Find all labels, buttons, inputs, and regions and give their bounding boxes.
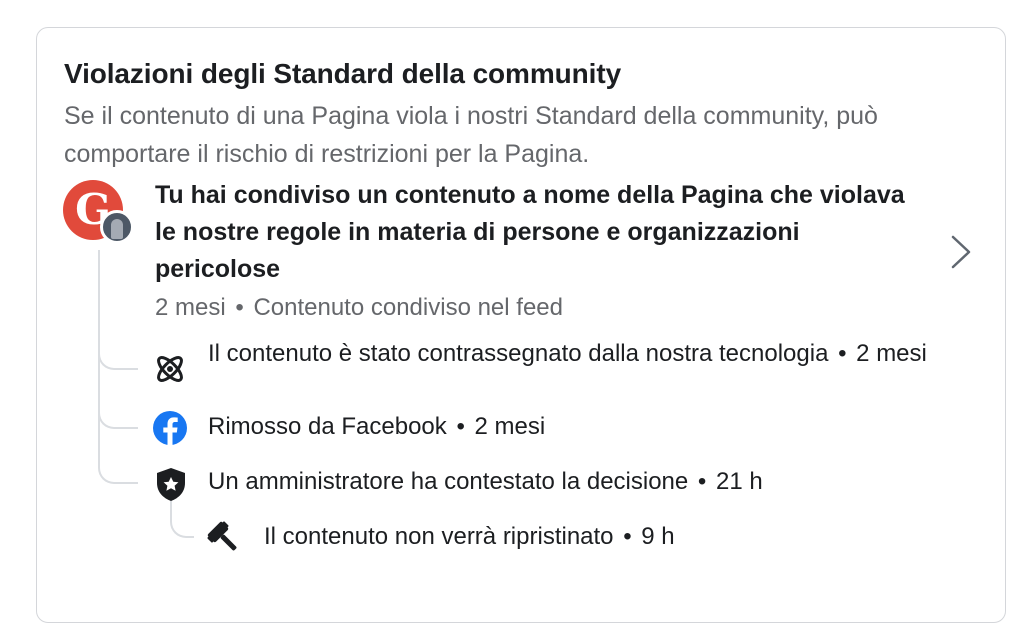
- event-text: Il contenuto è stato contrassegnato dall…: [208, 340, 829, 367]
- violation-meta: 2 mesi • Contenuto condiviso nel feed: [155, 294, 563, 322]
- timeline-branch-nested: [170, 500, 194, 538]
- meta-separator: •: [235, 294, 244, 321]
- chevron-right-icon[interactable]: [950, 234, 972, 270]
- violation-headline[interactable]: Tu hai condiviso un contenuto a nome del…: [155, 177, 915, 288]
- facebook-icon: [153, 411, 187, 445]
- event-removed: Rimosso da Facebook • 2 mesi: [208, 413, 546, 440]
- event-time: 2 mesi: [474, 413, 546, 440]
- event-time: 9 h: [641, 523, 675, 550]
- event-text: Il contenuto non verrà ripristinato: [264, 523, 614, 550]
- event-time: 2 mesi: [856, 340, 927, 367]
- meta-location: Contenuto condiviso nel feed: [253, 294, 563, 321]
- event-flagged: Il contenuto è stato contrassegnato dall…: [208, 340, 927, 367]
- meta-time: 2 mesi: [155, 294, 226, 321]
- event-not-restored: Il contenuto non verrà ripristinato • 9 …: [264, 523, 675, 550]
- user-avatar: [100, 210, 134, 244]
- event-time: 21 h: [716, 468, 763, 495]
- gavel-icon: [207, 521, 237, 551]
- page-avatar: G: [63, 180, 135, 248]
- card-subtitle: Se il contenuto di una Pagina viola i no…: [64, 102, 878, 168]
- atom-icon: [157, 356, 183, 382]
- event-text: Un amministratore ha contestato la decis…: [208, 468, 689, 495]
- event-appealed: Un amministratore ha contestato la decis…: [208, 468, 763, 495]
- event-text: Rimosso da Facebook: [208, 413, 447, 440]
- admin-shield-icon: [157, 468, 185, 501]
- card-title: Violazioni degli Standard della communit…: [64, 58, 622, 89]
